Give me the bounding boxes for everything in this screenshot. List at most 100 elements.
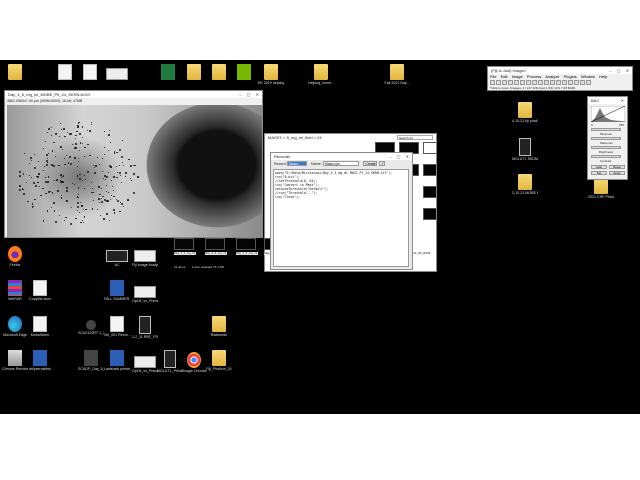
brightness-slider[interactable]: [591, 146, 621, 149]
rectangle-tool-icon[interactable]: [490, 80, 495, 85]
set-button[interactable]: Set: [591, 171, 607, 175]
desktop-icon[interactable]: AC: [104, 250, 130, 267]
window-controls[interactable]: – ▢ ✕: [239, 91, 261, 98]
desktop-icon[interactable]: WinRAR: [2, 280, 28, 301]
custom-tool-icon[interactable]: [562, 80, 567, 85]
file-thumbnail[interactable]: [423, 142, 436, 154]
angle-tool-icon[interactable]: [520, 80, 525, 85]
point-tool-icon[interactable]: [526, 80, 531, 85]
desktop-icon[interactable]: [206, 64, 232, 81]
desktop-icon[interactable]: MGLUT1_Phloido...: [157, 350, 183, 373]
menu-plugins[interactable]: Plugins: [564, 74, 577, 79]
desktop-icon[interactable]: Fiji Image Analysis Graphs: [132, 250, 158, 267]
desktop-icon[interactable]: [52, 64, 78, 81]
desktop-icon[interactable]: [231, 64, 257, 81]
custom-tool-icon[interactable]: [580, 80, 585, 85]
file-thumbnail[interactable]: [423, 186, 436, 198]
auto-button[interactable]: Auto: [591, 165, 607, 169]
more-tools-icon[interactable]: [586, 80, 591, 85]
desktop-icon[interactable]: [2, 64, 28, 81]
zoom-tool-icon[interactable]: [544, 80, 549, 85]
desktop-icon[interactable]: Fall 2021 Day...: [384, 64, 410, 85]
menu-process[interactable]: Process: [527, 74, 541, 79]
reset-button[interactable]: Reset: [609, 165, 625, 169]
video-thumbnail-icon: [139, 316, 151, 334]
menu-edit[interactable]: Edit: [501, 74, 508, 79]
menu-help[interactable]: Help: [599, 74, 607, 79]
menu-file[interactable]: File: [490, 74, 496, 79]
custom-tool-icon[interactable]: [574, 80, 579, 85]
desktop-icon[interactable]: Firefox: [2, 246, 28, 267]
macro-text-area[interactable]: open("D:/Data/Microscopy/Day_4_5_mg_ml_M…: [273, 169, 409, 267]
help-button[interactable]: ?: [379, 161, 385, 166]
polygon-tool-icon[interactable]: [502, 80, 507, 85]
microscopy-image[interactable]: [7, 105, 262, 237]
file-thumbnail[interactable]: [205, 238, 225, 250]
desktop-icon[interactable]: Helping_home...: [308, 64, 334, 85]
contrast-slider[interactable]: [591, 155, 621, 158]
create-button[interactable]: Create: [363, 161, 377, 166]
desktop-icon[interactable]: Chrome Remote Desktop: [2, 350, 28, 371]
bc-titlebar[interactable]: B&C ✕: [588, 97, 627, 104]
recorder-titlebar[interactable]: Recorder – ▢ ✕: [271, 153, 412, 160]
desktop-icon[interactable]: MobaXterm: [27, 316, 53, 337]
dropper-tool-icon[interactable]: [556, 80, 561, 85]
image-window[interactable]: Day_4_6_mg_ml_MGBE_P5_24_SKRN.tif-2/2 – …: [4, 90, 263, 238]
line-tool-icon[interactable]: [514, 80, 519, 85]
macro-name-field[interactable]: Macro.ijm: [323, 161, 359, 166]
record-type-select[interactable]: Macro: [287, 161, 307, 166]
brightness-contrast-panel[interactable]: B&C ✕ 0 255 Minimum Maximum Brightness C…: [587, 96, 628, 180]
desktop-icon[interactable]: 2021 CRP Phala...: [588, 178, 614, 199]
desktop-icon[interactable]: Google Chrome: [181, 352, 207, 373]
wand-tool-icon[interactable]: [532, 80, 537, 85]
cell-speck: [119, 210, 121, 213]
desktop-icon[interactable]: Sel_001 Recor...: [104, 316, 130, 337]
desktop-icon[interactable]: SCADP_Day_5_2%...: [78, 350, 104, 371]
apply-button[interactable]: Apply: [609, 171, 625, 175]
menu-analyze[interactable]: Analyze: [545, 74, 559, 79]
hand-tool-icon[interactable]: [550, 80, 555, 85]
cell-speck: [108, 172, 109, 173]
desktop-icon[interactable]: 4-10-21 fiji phall...: [512, 102, 538, 123]
cell-speck: [50, 127, 52, 129]
desktop-icon[interactable]: SCA2120RT 1_2...: [78, 320, 104, 335]
minimum-slider[interactable]: [591, 128, 621, 131]
desktop-icon[interactable]: [77, 64, 103, 81]
desktop-icon[interactable]: [181, 64, 207, 81]
file-thumbnail[interactable]: [236, 238, 256, 250]
window-controls[interactable]: – ▢ ✕: [389, 153, 411, 160]
macro-recorder-window[interactable]: Recorder – ▢ ✕ Record: Macro Name: Macro…: [270, 152, 413, 270]
desktop-icon[interactable]: Op1N_vs_Primate repertoires FR13: [132, 356, 158, 373]
desktop-icon[interactable]: Lanisheik presentation: [104, 350, 130, 371]
menu-image[interactable]: Image: [512, 74, 523, 79]
explorer-search[interactable]: Search 24: [397, 135, 433, 140]
imagej-titlebar[interactable]: (Fiji Is Just) ImageJ – ▢ ✕: [488, 67, 632, 74]
desktop-icon[interactable]: MGLUT1 SKDME...: [512, 138, 538, 161]
image-window-titlebar[interactable]: Day_4_6_mg_ml_MGBE_P5_24_SKRN.tif-2/2 – …: [5, 91, 262, 98]
menu-window[interactable]: Window: [581, 74, 595, 79]
file-thumbnail[interactable]: [174, 238, 194, 250]
desktop-icon[interactable]: 1.2_11 RBF_FSE...: [132, 316, 158, 339]
cell-speck: [60, 196, 63, 199]
desktop-icon[interactable]: [155, 64, 181, 81]
window-controls[interactable]: – ▢ ✕: [609, 67, 631, 74]
maximum-slider[interactable]: [591, 137, 621, 140]
desktop-icon[interactable]: ahlyservallets: [27, 350, 53, 371]
desktop-icon[interactable]: Radiomdo: [206, 316, 232, 337]
window-controls[interactable]: ✕: [621, 97, 626, 104]
desktop-icon[interactable]: 2-10-21 MGBE ERMS FACS: [512, 174, 538, 195]
desktop-icon[interactable]: CopyMe.xlsm: [27, 280, 53, 301]
desktop-icon[interactable]: EK 2019 helping: [258, 64, 284, 85]
desktop-icon[interactable]: [104, 68, 130, 81]
oval-tool-icon[interactable]: [496, 80, 501, 85]
custom-tool-icon[interactable]: [568, 80, 573, 85]
freehand-tool-icon[interactable]: [508, 80, 513, 85]
text-tool-icon[interactable]: [538, 80, 543, 85]
imagej-main-window[interactable]: (Fiji Is Just) ImageJ – ▢ ✕ File Edit Im…: [487, 66, 633, 91]
desktop-icon[interactable]: Op1N_vs_Primate repertoires FR13: [132, 286, 158, 303]
file-thumbnail[interactable]: [423, 208, 436, 220]
desktop-icon[interactable]: FALL SUMMER 2021 SPOST...: [104, 280, 130, 301]
desktop-icon[interactable]: Fiji_Phalloin_24: [206, 350, 232, 371]
file-thumbnail[interactable]: [423, 164, 436, 176]
desktop-icon[interactable]: Microsoft Edge: [2, 316, 28, 337]
